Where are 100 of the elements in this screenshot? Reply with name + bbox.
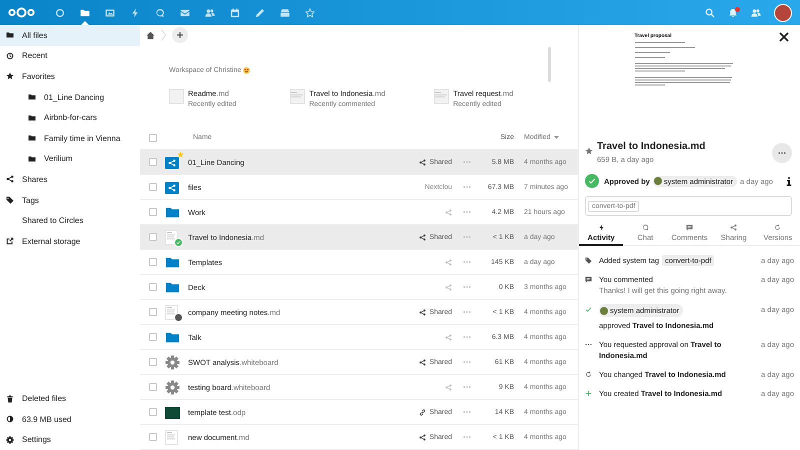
sidebar-item[interactable]: 63.9 MB used — [0, 408, 140, 430]
gear-icon — [6, 436, 14, 444]
scrollbar[interactable] — [548, 47, 551, 82]
folder-icon — [28, 114, 36, 122]
lightning-icon — [130, 8, 140, 18]
comment-icon — [686, 224, 693, 231]
share-icon — [6, 175, 14, 184]
sidebar-item[interactable]: Tags — [0, 190, 140, 210]
sidebar-item[interactable]: Shares — [0, 169, 140, 190]
sidebar-item[interactable]: Settings — [0, 429, 140, 450]
sidebar-item[interactable]: External storage — [0, 230, 140, 252]
calendar-icon — [230, 8, 240, 18]
share-button[interactable] — [445, 208, 452, 216]
sidebar-item[interactable]: Shared to Circles — [0, 210, 140, 231]
sidebar-item[interactable]: 01_Line Dancing — [0, 86, 140, 108]
clock-icon — [6, 52, 14, 60]
chat-bubble-icon — [642, 224, 649, 231]
external-link-icon — [6, 237, 14, 246]
check-icon — [585, 306, 592, 313]
sidebar-item[interactable]: Family time in Vienna — [0, 128, 140, 149]
archive-icon — [280, 8, 290, 18]
info-icon[interactable] — [786, 176, 792, 186]
logo-icon — [8, 7, 35, 18]
sidebar-item[interactable]: Airbnb-for-cars — [0, 107, 140, 128]
folder-icon — [28, 93, 36, 102]
share-icon — [445, 284, 452, 290]
share-button[interactable] — [445, 258, 452, 266]
refresh-icon — [585, 371, 592, 378]
gear-icon — [165, 380, 180, 394]
star-icon[interactable] — [585, 147, 593, 155]
notifications-icon[interactable] — [728, 8, 738, 18]
shared-folder-icon — [165, 156, 179, 168]
row-checkbox[interactable] — [149, 433, 157, 441]
gear-icon — [165, 354, 180, 370]
share-icon — [445, 384, 452, 390]
sidebar-item[interactable]: Favorites — [0, 66, 140, 87]
refresh-icon — [774, 224, 782, 231]
share-button[interactable] — [445, 334, 452, 340]
trash-icon — [6, 394, 14, 403]
sort-caret-icon — [554, 136, 560, 139]
row-checkbox[interactable] — [149, 358, 157, 366]
home-icon[interactable] — [146, 30, 155, 40]
link-icon — [419, 408, 426, 416]
sidebar-item[interactable]: Deleted files — [0, 388, 140, 409]
plus-icon — [585, 390, 592, 397]
folder-icon — [6, 31, 14, 40]
tag-icon — [585, 257, 592, 264]
share-icon — [419, 434, 426, 440]
share-icon — [419, 234, 426, 240]
envelope-icon — [180, 8, 190, 18]
row-checkbox[interactable] — [149, 258, 157, 266]
circle-icon — [54, 8, 64, 18]
image-icon — [104, 8, 114, 18]
file-title: Travel to Indonesia.md — [597, 141, 706, 152]
share-icon — [445, 258, 452, 266]
row-checkbox[interactable] — [149, 233, 157, 241]
lightning-icon — [598, 224, 605, 231]
share-icon — [419, 358, 426, 366]
row-checkbox[interactable] — [149, 383, 157, 391]
approved-check-icon — [585, 174, 599, 188]
folder-icon — [28, 134, 36, 142]
share-icon — [730, 224, 738, 231]
star-icon — [304, 8, 314, 18]
chevron-icon — [161, 29, 166, 41]
share-icon — [445, 334, 452, 340]
people-icon — [204, 8, 214, 18]
pie-chart-icon — [6, 415, 14, 424]
dots-icon — [585, 341, 592, 348]
row-checkbox[interactable] — [149, 333, 157, 341]
presentation-thumbnail — [165, 406, 180, 418]
folder-icon — [80, 8, 90, 18]
share-button[interactable] — [445, 384, 452, 390]
comment-icon — [585, 276, 592, 283]
contacts-icon[interactable] — [751, 8, 761, 18]
row-checkbox[interactable] — [149, 308, 157, 316]
pencil-icon — [254, 8, 264, 18]
document-thumbnail — [165, 430, 178, 444]
share-icon — [419, 308, 426, 316]
row-checkbox[interactable] — [149, 183, 157, 191]
user-avatar[interactable] — [774, 4, 792, 22]
select-all-checkbox[interactable] — [149, 134, 157, 142]
sidebar-item[interactable]: All files — [0, 25, 140, 46]
sidebar-item[interactable]: Verilium — [0, 148, 140, 170]
sidebar-item[interactable]: Recent — [0, 46, 140, 66]
chat-bubble-icon — [154, 8, 164, 18]
search-icon[interactable] — [705, 8, 715, 18]
share-button[interactable] — [445, 284, 452, 290]
row-checkbox[interactable] — [149, 208, 157, 216]
close-button[interactable] — [778, 31, 790, 43]
star-icon — [6, 72, 14, 80]
shared-folder-icon — [165, 182, 179, 194]
row-checkbox[interactable] — [149, 408, 157, 416]
row-checkbox[interactable] — [149, 283, 157, 291]
more-actions-button[interactable] — [772, 142, 792, 162]
tag-icon — [6, 196, 14, 204]
new-button[interactable] — [172, 27, 188, 43]
folder-icon — [28, 154, 36, 163]
document-thumbnail — [165, 304, 178, 320]
plus-icon — [176, 31, 184, 39]
row-checkbox[interactable] — [149, 158, 157, 166]
